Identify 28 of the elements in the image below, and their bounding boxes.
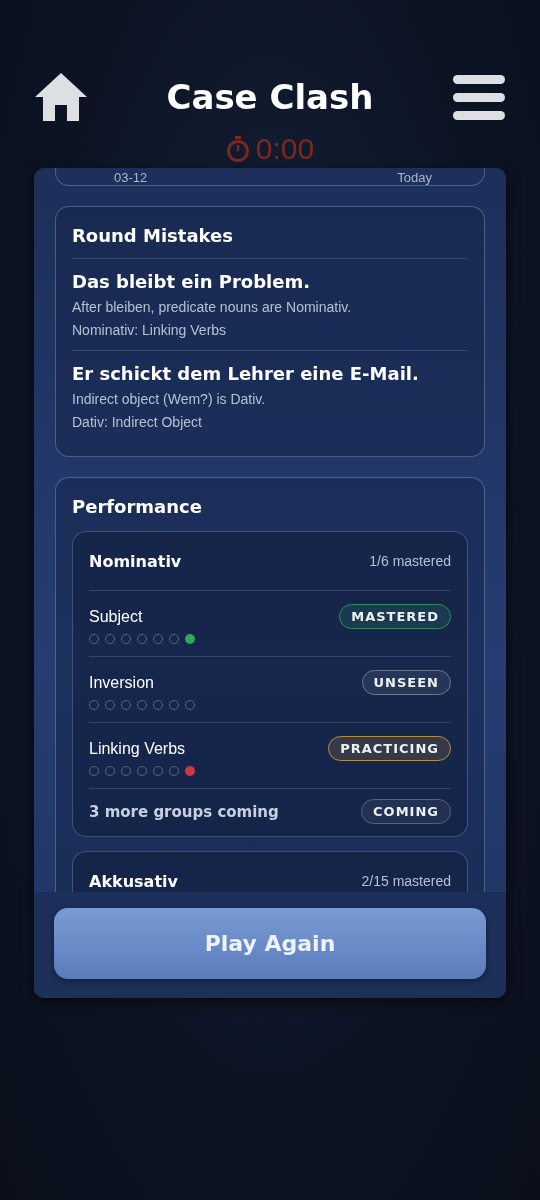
date-label: Today — [397, 170, 432, 185]
mastery-count: 2/15 mastered — [361, 873, 451, 889]
mastery-count: 1/6 mastered — [369, 553, 451, 569]
card-title: Round Mistakes — [72, 224, 234, 248]
skill-name: Linking Verbs — [89, 740, 187, 758]
status-badge: MASTERED — [339, 604, 451, 629]
play-again-button[interactable]: Play Again — [54, 908, 486, 979]
status-badge: COMING — [361, 799, 451, 824]
mistake-explanation: After bleiben, predicate nouns are Nominativ. — [72, 298, 353, 317]
status-badge: UNSEEN — [361, 670, 451, 695]
skill-name: Inversion — [89, 674, 155, 692]
group-name: Nominativ — [89, 551, 182, 571]
mistake-explanation: Indirect object (Wem?) is Dativ. — [72, 390, 267, 409]
menu-icon[interactable] — [452, 74, 506, 120]
mistake-topic: Nominativ: Linking Verbs — [72, 321, 228, 340]
stopwatch-icon — [225, 136, 250, 162]
mistake-topic: Dativ: Indirect Object — [72, 413, 203, 432]
home-icon[interactable] — [34, 71, 88, 123]
skill-name: Subject — [89, 608, 144, 626]
date-label: 03-12 — [114, 170, 148, 185]
timer-text: 0:00 — [255, 132, 315, 166]
mistake-sentence: Er schickt dem Lehrer eine E-Mail. — [72, 363, 420, 384]
mistake-sentence: Das bleibt ein Problem. — [72, 271, 311, 292]
app-title: Case Clash — [166, 77, 374, 117]
status-badge: PRACTICING — [328, 736, 451, 761]
card-title: Performance — [72, 495, 203, 517]
group-name: Akkusativ — [89, 871, 178, 891]
more-groups-text: 3 more groups coming — [89, 802, 279, 821]
